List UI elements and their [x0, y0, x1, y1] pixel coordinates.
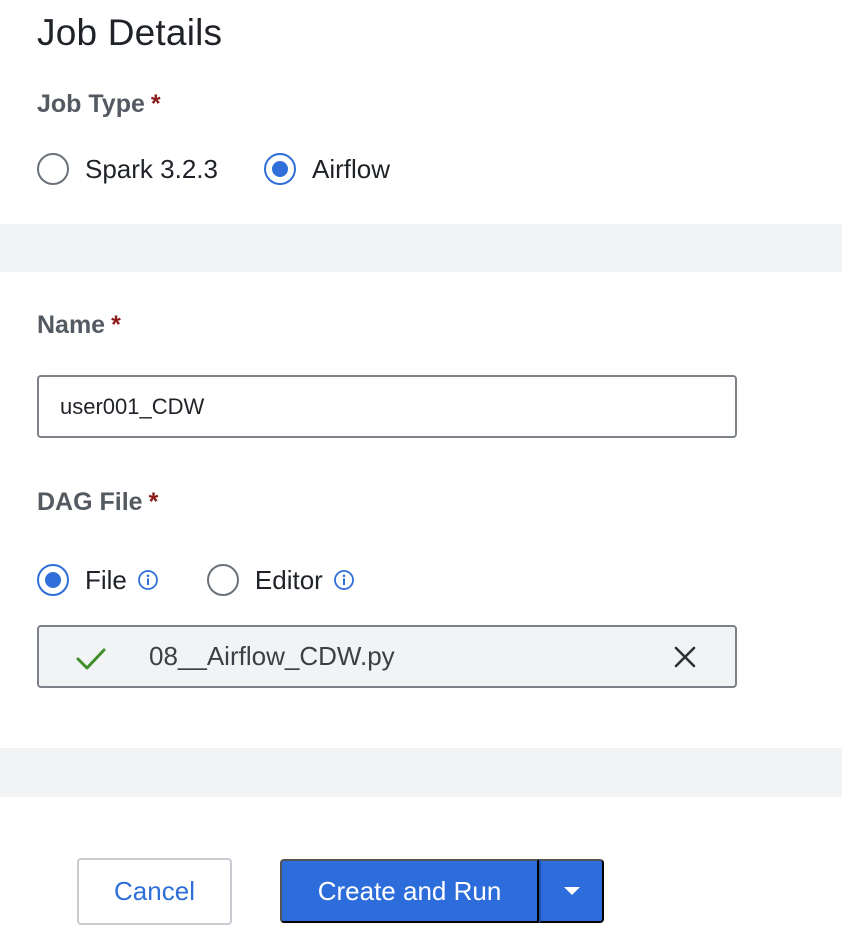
radio-spark-circle[interactable] — [37, 153, 69, 185]
radio-file-circle[interactable] — [37, 564, 69, 596]
radio-airflow-label: Airflow — [311, 153, 390, 184]
radio-file[interactable]: File — [37, 564, 159, 596]
section-divider-band — [0, 224, 842, 272]
name-input[interactable] — [37, 375, 737, 438]
radio-file-label: File — [85, 564, 127, 595]
radio-editor[interactable]: Editor — [206, 564, 355, 596]
name-label: Name * — [37, 311, 121, 340]
name-label-text: Name — [37, 311, 106, 339]
radio-spark-label: Spark 3.2.3 — [85, 153, 218, 184]
uploaded-file-name: 08__Airflow_CDW.py — [149, 641, 395, 671]
cancel-button[interactable]: Cancel — [77, 858, 232, 925]
radio-airflow[interactable]: Airflow — [263, 153, 390, 185]
page-title: Job Details — [37, 12, 223, 53]
radio-spark[interactable]: Spark 3.2.3 — [37, 153, 218, 185]
radio-editor-circle[interactable] — [206, 564, 239, 596]
job-type-radio-group: Spark 3.2.3 Airflow — [37, 153, 390, 185]
radio-airflow-circle[interactable] — [263, 153, 296, 185]
check-icon — [75, 646, 107, 677]
job-details-form: Job Details Job Type * Spark 3.2.3 Airflo… — [0, 0, 842, 936]
dag-file-radio-group: File Editor — [37, 564, 355, 596]
close-icon[interactable] — [673, 645, 697, 674]
caret-down-icon — [563, 884, 581, 899]
job-type-label: Job Type * — [37, 90, 161, 119]
uploaded-file-box: 08__Airflow_CDW.py — [37, 625, 737, 688]
info-icon[interactable] — [137, 569, 159, 591]
radio-selected-dot — [45, 572, 61, 588]
dag-file-label-text: DAG File — [37, 488, 143, 516]
dag-file-label: DAG File * — [37, 488, 158, 517]
section-divider-band — [0, 748, 842, 797]
info-icon[interactable] — [333, 569, 355, 591]
create-options-dropdown-button[interactable] — [539, 859, 604, 923]
radio-editor-label: Editor — [254, 564, 323, 595]
required-star: * — [148, 488, 159, 516]
job-type-section: Job Details Job Type * Spark 3.2.3 Airflo… — [0, 0, 842, 224]
radio-selected-dot — [271, 161, 288, 177]
required-star: * — [150, 90, 161, 118]
job-type-label-text: Job Type — [37, 90, 145, 118]
required-star: * — [111, 311, 121, 339]
create-and-run-button[interactable]: Create and Run — [280, 859, 539, 923]
